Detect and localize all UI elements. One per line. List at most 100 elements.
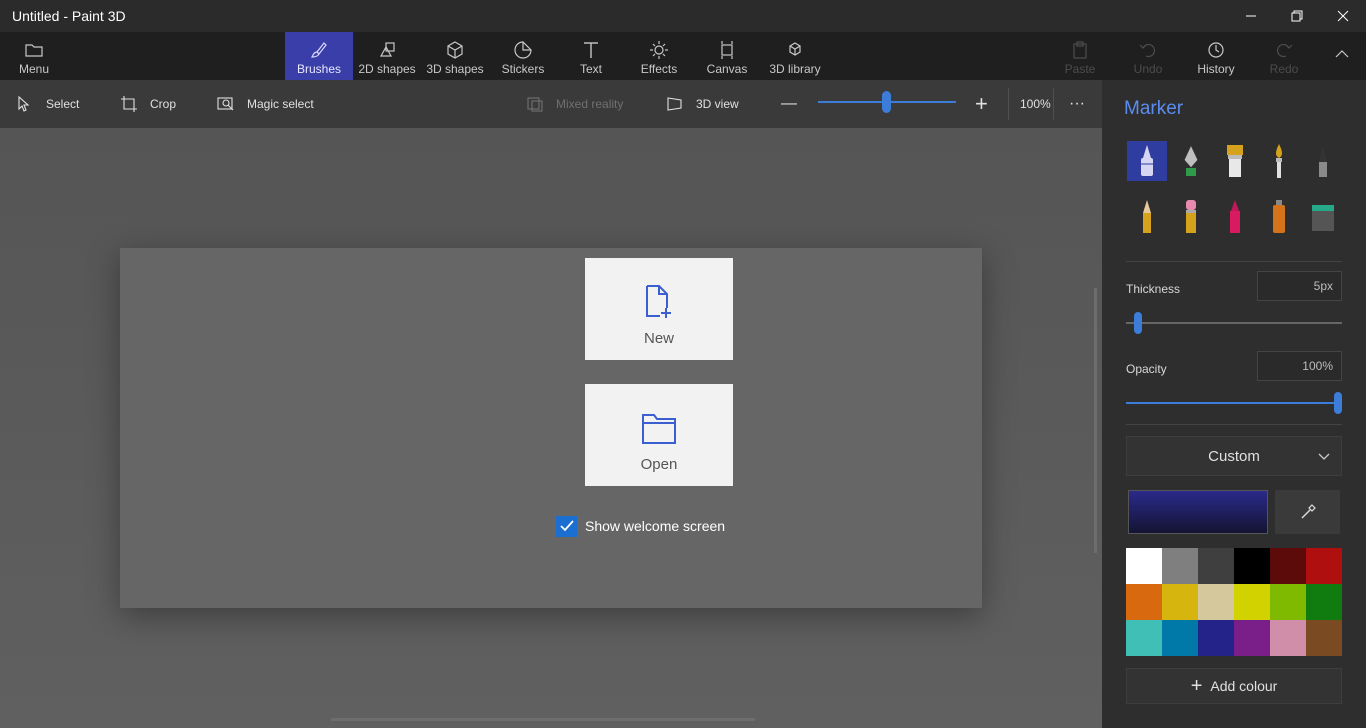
horizontal-scrollbar[interactable] <box>331 718 755 721</box>
spray-can-brush[interactable] <box>1259 196 1299 236</box>
restore-button[interactable] <box>1274 0 1320 32</box>
panel-divider <box>1126 424 1342 425</box>
more-options-button[interactable]: ··· <box>1069 80 1085 128</box>
mixed-reality-button[interactable]: Mixed reality <box>526 80 623 128</box>
crop-tool[interactable]: Crop <box>120 80 176 128</box>
3d-view-toggle[interactable]: 3D view <box>666 80 739 128</box>
calligraphy-pen-brush[interactable] <box>1171 141 1211 181</box>
checkmark-icon <box>559 520 574 532</box>
zoom-slider-thumb[interactable] <box>882 91 891 113</box>
3d-view-label: 3D view <box>696 97 739 111</box>
pixel-pen-icon <box>1319 145 1327 177</box>
show-welcome-checkbox[interactable]: Show welcome screen <box>556 515 725 537</box>
tab-canvas[interactable]: Canvas <box>693 32 761 80</box>
eyedropper-icon <box>1301 504 1316 519</box>
marker-icon <box>1141 145 1153 176</box>
pencil-brush[interactable] <box>1127 196 1167 236</box>
pixel-pen-brush[interactable] <box>1303 141 1343 181</box>
opacity-slider-thumb[interactable] <box>1334 392 1342 414</box>
select-tool[interactable]: Select <box>16 80 79 128</box>
tab-effects[interactable]: Effects <box>625 32 693 80</box>
color-swatch[interactable] <box>1198 584 1234 620</box>
color-swatch[interactable] <box>1306 620 1342 656</box>
tab-3d-library[interactable]: 3D library <box>761 32 829 80</box>
canvas-toolbar: Select Crop Magic select Mixed reality 3… <box>0 80 1102 128</box>
thickness-slider-track[interactable] <box>1126 322 1342 324</box>
color-swatch[interactable] <box>1306 548 1342 584</box>
color-swatch[interactable] <box>1162 548 1198 584</box>
close-icon <box>1337 10 1349 22</box>
open-button[interactable]: Open <box>585 384 733 486</box>
select-label: Select <box>46 97 80 111</box>
zoom-out-button[interactable]: — <box>781 80 797 128</box>
magic-select-label: Magic select <box>247 97 314 111</box>
drawing-canvas[interactable] <box>120 248 982 608</box>
vertical-scrollbar[interactable] <box>1094 288 1097 553</box>
opacity-input[interactable]: 100% <box>1257 351 1342 381</box>
menu-button[interactable]: Menu <box>4 32 64 80</box>
color-swatch[interactable] <box>1270 584 1306 620</box>
color-swatch[interactable] <box>1126 584 1162 620</box>
minimize-icon <box>1246 15 1256 17</box>
color-swatch[interactable] <box>1162 584 1198 620</box>
canvas-area[interactable] <box>0 128 1102 728</box>
add-colour-button[interactable]: + Add colour <box>1126 668 1342 704</box>
close-button[interactable] <box>1320 0 1366 32</box>
history-button[interactable]: History <box>1182 32 1250 80</box>
fill-brush[interactable] <box>1303 196 1343 236</box>
sun-icon <box>650 41 668 59</box>
tab-brushes[interactable]: Brushes <box>285 32 353 80</box>
open-label: Open <box>640 456 678 473</box>
color-swatch[interactable] <box>1198 620 1234 656</box>
color-mode-dropdown[interactable]: Custom <box>1126 436 1342 476</box>
new-button[interactable]: New <box>585 258 733 360</box>
color-swatch[interactable] <box>1234 620 1270 656</box>
tab-label: Stickers <box>501 62 545 76</box>
color-palette <box>1126 548 1342 656</box>
paste-button[interactable]: Paste <box>1046 32 1114 80</box>
color-swatch[interactable] <box>1306 584 1342 620</box>
toolbar-divider <box>1008 88 1009 120</box>
thickness-input[interactable]: 5px <box>1257 271 1342 301</box>
watercolor-icon <box>1276 144 1282 178</box>
color-swatch[interactable] <box>1162 620 1198 656</box>
menu-label: Menu <box>18 62 50 76</box>
tab-stickers[interactable]: Stickers <box>489 32 557 80</box>
eraser-brush[interactable] <box>1171 196 1211 236</box>
redo-label: Redo <box>1269 62 1299 76</box>
magic-select-tool[interactable]: Magic select <box>217 80 314 128</box>
crayon-brush[interactable] <box>1215 196 1255 236</box>
panel-divider <box>1126 261 1342 262</box>
opacity-slider-track[interactable] <box>1126 402 1342 404</box>
mixed-reality-icon <box>527 97 543 112</box>
oil-brush[interactable] <box>1215 141 1255 181</box>
color-swatch[interactable] <box>1126 620 1162 656</box>
undo-icon <box>1139 43 1156 58</box>
collapse-ribbon-button[interactable] <box>1318 32 1366 80</box>
color-swatch[interactable] <box>1198 548 1234 584</box>
redo-button[interactable]: Redo <box>1250 32 1318 80</box>
thickness-slider-thumb[interactable] <box>1134 312 1142 334</box>
marker-brush[interactable] <box>1127 141 1167 181</box>
tab-2d-shapes[interactable]: 2D shapes <box>353 32 421 80</box>
tab-label: Text <box>579 62 602 76</box>
color-swatch[interactable] <box>1234 548 1270 584</box>
current-color-swatch[interactable] <box>1128 490 1268 534</box>
tab-3d-shapes[interactable]: 3D shapes <box>421 32 489 80</box>
color-swatch[interactable] <box>1234 584 1270 620</box>
color-swatch[interactable] <box>1270 620 1306 656</box>
crop-label: Crop <box>150 97 177 111</box>
eyedropper-button[interactable] <box>1275 490 1340 534</box>
folder-icon <box>25 44 43 57</box>
zoom-level[interactable]: 100% <box>1020 80 1051 128</box>
minimize-button[interactable] <box>1228 0 1274 32</box>
checkbox[interactable] <box>556 515 577 537</box>
opacity-label: Opacity <box>1126 362 1167 376</box>
zoom-in-button[interactable]: + <box>975 80 988 128</box>
canvas-icon <box>721 41 733 59</box>
color-swatch[interactable] <box>1126 548 1162 584</box>
tab-text[interactable]: Text <box>557 32 625 80</box>
undo-button[interactable]: Undo <box>1114 32 1182 80</box>
watercolor-brush[interactable] <box>1259 141 1299 181</box>
color-swatch[interactable] <box>1270 548 1306 584</box>
